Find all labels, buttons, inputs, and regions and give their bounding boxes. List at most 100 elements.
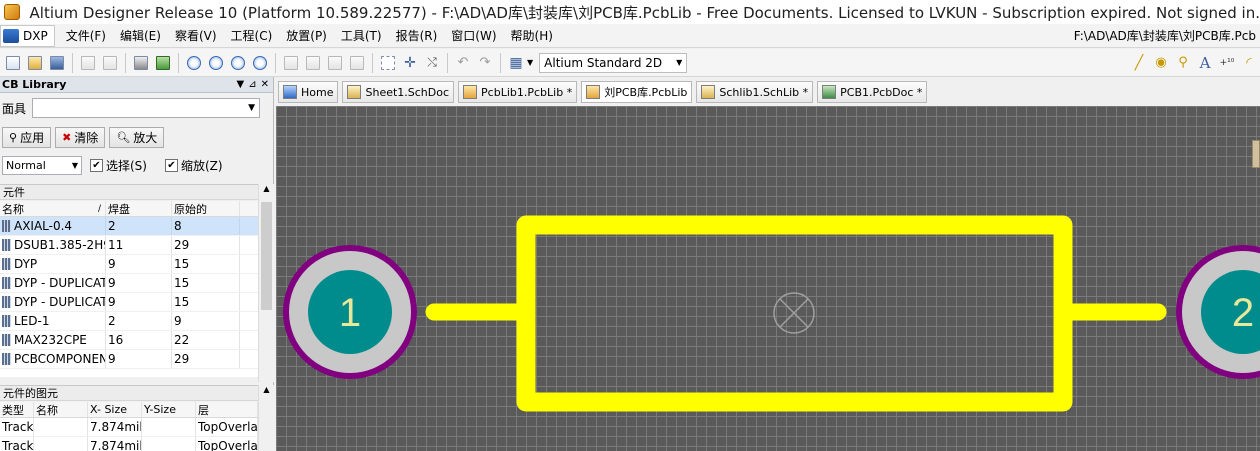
mode-select[interactable]: Normal ▼ bbox=[2, 155, 82, 175]
header-name[interactable]: 名称 ∕ bbox=[0, 201, 106, 216]
menu-edit[interactable]: 编辑(E) bbox=[113, 25, 168, 47]
place-line-icon[interactable]: ╱ bbox=[1129, 53, 1149, 73]
undo-icon[interactable]: ↶ bbox=[453, 53, 473, 73]
table-row[interactable]: Track 7.874mil TopOverlay bbox=[0, 437, 258, 451]
select-rect-icon[interactable] bbox=[378, 53, 398, 73]
primitives-scrollbar[interactable]: ▲ bbox=[258, 385, 274, 451]
tab-home[interactable]: Home bbox=[278, 81, 339, 103]
tab-sheet1[interactable]: Sheet1.SchDoc bbox=[342, 81, 455, 103]
mask-label: 面具 bbox=[2, 101, 27, 116]
header-xsize[interactable]: X- Size bbox=[88, 402, 142, 417]
select-checkbox[interactable]: ✔ 选择(S) bbox=[90, 157, 147, 174]
header-name[interactable]: 名称 bbox=[34, 402, 88, 417]
menu-project[interactable]: 工程(C) bbox=[224, 25, 280, 47]
zoom-area-icon[interactable] bbox=[228, 53, 248, 73]
dropdown-icon[interactable]: ▼ bbox=[237, 79, 245, 90]
paste-icon[interactable] bbox=[325, 53, 345, 73]
options-row: Normal ▼ ✔ 选择(S) ✔ 缩放(Z) bbox=[2, 155, 272, 175]
tab-schlib1[interactable]: Schlib1.SchLib * bbox=[696, 81, 814, 103]
deselect-icon[interactable]: ⤭ bbox=[422, 53, 442, 73]
new-icon[interactable] bbox=[3, 53, 23, 73]
dxp-label: DXP bbox=[23, 28, 48, 43]
component-name: AXIAL-0.4 bbox=[14, 219, 73, 233]
print-icon[interactable] bbox=[78, 53, 98, 73]
menu-bar: DXP 文件(F) 编辑(E) 察看(V) 工程(C) 放置(P) 工具(T) … bbox=[0, 24, 1260, 48]
zoom-checkbox[interactable]: ✔ 缩放(Z) bbox=[164, 157, 223, 174]
place-pad-icon[interactable]: ◉ bbox=[1151, 53, 1171, 73]
pad-1[interactable]: 1 bbox=[283, 245, 417, 379]
paste-special-icon[interactable] bbox=[347, 53, 367, 73]
pcb-editor-canvas[interactable]: 1 2 bbox=[276, 106, 1260, 451]
panel-edge-tab[interactable] bbox=[1252, 140, 1260, 168]
tab-pcb1[interactable]: PCB1.PcbDoc * bbox=[817, 81, 928, 103]
component-name: MAX232CPE bbox=[14, 333, 87, 347]
save-icon[interactable] bbox=[47, 53, 67, 73]
tab-label: Home bbox=[301, 85, 334, 99]
zoom-selected-icon[interactable] bbox=[250, 53, 270, 73]
place-text-icon[interactable]: A bbox=[1195, 53, 1215, 73]
header-pads[interactable]: 焊盘 bbox=[106, 201, 172, 216]
menu-view[interactable]: 察看(V) bbox=[168, 25, 224, 47]
table-row[interactable]: DYP - DUPLICATE 9 15 bbox=[0, 293, 258, 312]
component-primitives: 15 bbox=[172, 293, 240, 311]
header-type[interactable]: 类型 bbox=[0, 402, 34, 417]
pad-2[interactable]: 2 bbox=[1176, 245, 1260, 379]
table-row[interactable]: DYP 9 15 bbox=[0, 255, 258, 274]
menu-reports[interactable]: 报告(R) bbox=[389, 25, 445, 47]
scroll-up-icon[interactable]: ▲ bbox=[259, 385, 274, 399]
move-icon[interactable]: ✛ bbox=[400, 53, 420, 73]
grid-icon[interactable]: ▦ bbox=[506, 53, 526, 73]
menu-tools[interactable]: 工具(T) bbox=[334, 25, 389, 47]
place-arc-icon[interactable]: ◜ bbox=[1239, 53, 1259, 73]
zoom-out-icon[interactable] bbox=[206, 53, 226, 73]
header-layer[interactable]: 层 bbox=[196, 402, 258, 417]
copy-icon[interactable] bbox=[303, 53, 323, 73]
table-row[interactable]: DYP - DUPLICATE 9 15 bbox=[0, 274, 258, 293]
tab-liu-pcblib[interactable]: 刘PCB库.PcbLib bbox=[581, 81, 693, 103]
cut-icon[interactable] bbox=[281, 53, 301, 73]
chevron-down-icon: ▼ bbox=[71, 160, 78, 170]
table-row[interactable]: Track 7.874mil TopOverlay bbox=[0, 418, 258, 437]
menu-place[interactable]: 放置(P) bbox=[279, 25, 334, 47]
print-preview-icon[interactable] bbox=[100, 53, 120, 73]
table-row[interactable]: PCBCOMPONENT 9 29 bbox=[0, 350, 258, 369]
open-icon[interactable] bbox=[25, 53, 45, 73]
scroll-up-icon[interactable]: ▲ bbox=[259, 184, 274, 198]
layers-icon[interactable] bbox=[131, 53, 151, 73]
zoom-fit-icon[interactable] bbox=[184, 53, 204, 73]
view-mode-select[interactable]: Altium Standard 2D ▼ bbox=[539, 52, 688, 73]
close-icon[interactable]: ✕ bbox=[261, 79, 269, 90]
menu-file[interactable]: 文件(F) bbox=[59, 25, 113, 47]
zoom-label: 缩放(Z) bbox=[180, 158, 223, 173]
panel-header: CB Library ▼ ⊿ ✕ bbox=[0, 77, 273, 93]
tab-pcblib1[interactable]: PcbLib1.PcbLib * bbox=[458, 81, 578, 103]
magnify-button[interactable]: 🔍︎ 放大 bbox=[109, 127, 165, 148]
scroll-thumb[interactable] bbox=[261, 202, 272, 310]
pin-icon[interactable]: ⊿ bbox=[248, 79, 256, 90]
magnify-label: 放大 bbox=[133, 131, 158, 145]
place-via-icon[interactable]: ⚲ bbox=[1173, 53, 1193, 73]
select-label: 选择(S) bbox=[106, 158, 147, 173]
chevron-down-icon: ▼ bbox=[248, 103, 255, 113]
dxp-menu-button[interactable]: DXP bbox=[0, 24, 55, 47]
table-row[interactable]: AXIAL-0.4 2 8 bbox=[0, 217, 258, 236]
table-row[interactable]: MAX232CPE 16 22 bbox=[0, 331, 258, 350]
component-primitives: 22 bbox=[172, 331, 240, 349]
menu-window[interactable]: 窗口(W) bbox=[444, 25, 503, 47]
clear-button[interactable]: ✖ 清除 bbox=[55, 127, 106, 148]
apply-label: 应用 bbox=[20, 131, 45, 145]
menu-help[interactable]: 帮助(H) bbox=[504, 25, 560, 47]
component-icon[interactable] bbox=[153, 53, 173, 73]
header-name-label: 名称 bbox=[2, 202, 24, 216]
apply-button[interactable]: ⚲ 应用 bbox=[2, 127, 52, 148]
header-ysize[interactable]: Y-Size bbox=[142, 402, 196, 417]
tab-label: 刘PCB库.PcbLib bbox=[604, 86, 688, 99]
grid-dropdown-icon[interactable]: ▼ bbox=[527, 58, 533, 67]
table-row[interactable]: LED-1 2 9 bbox=[0, 312, 258, 331]
place-coordinate-icon[interactable]: +¹⁰ bbox=[1217, 53, 1237, 73]
components-scrollbar[interactable]: ▲ bbox=[258, 184, 274, 382]
header-primitives[interactable]: 原始的 bbox=[172, 201, 240, 216]
mask-input[interactable]: ▼ bbox=[32, 98, 260, 118]
redo-icon[interactable]: ↷ bbox=[475, 53, 495, 73]
table-row[interactable]: DSUB1.385-2H9 11 29 bbox=[0, 236, 258, 255]
